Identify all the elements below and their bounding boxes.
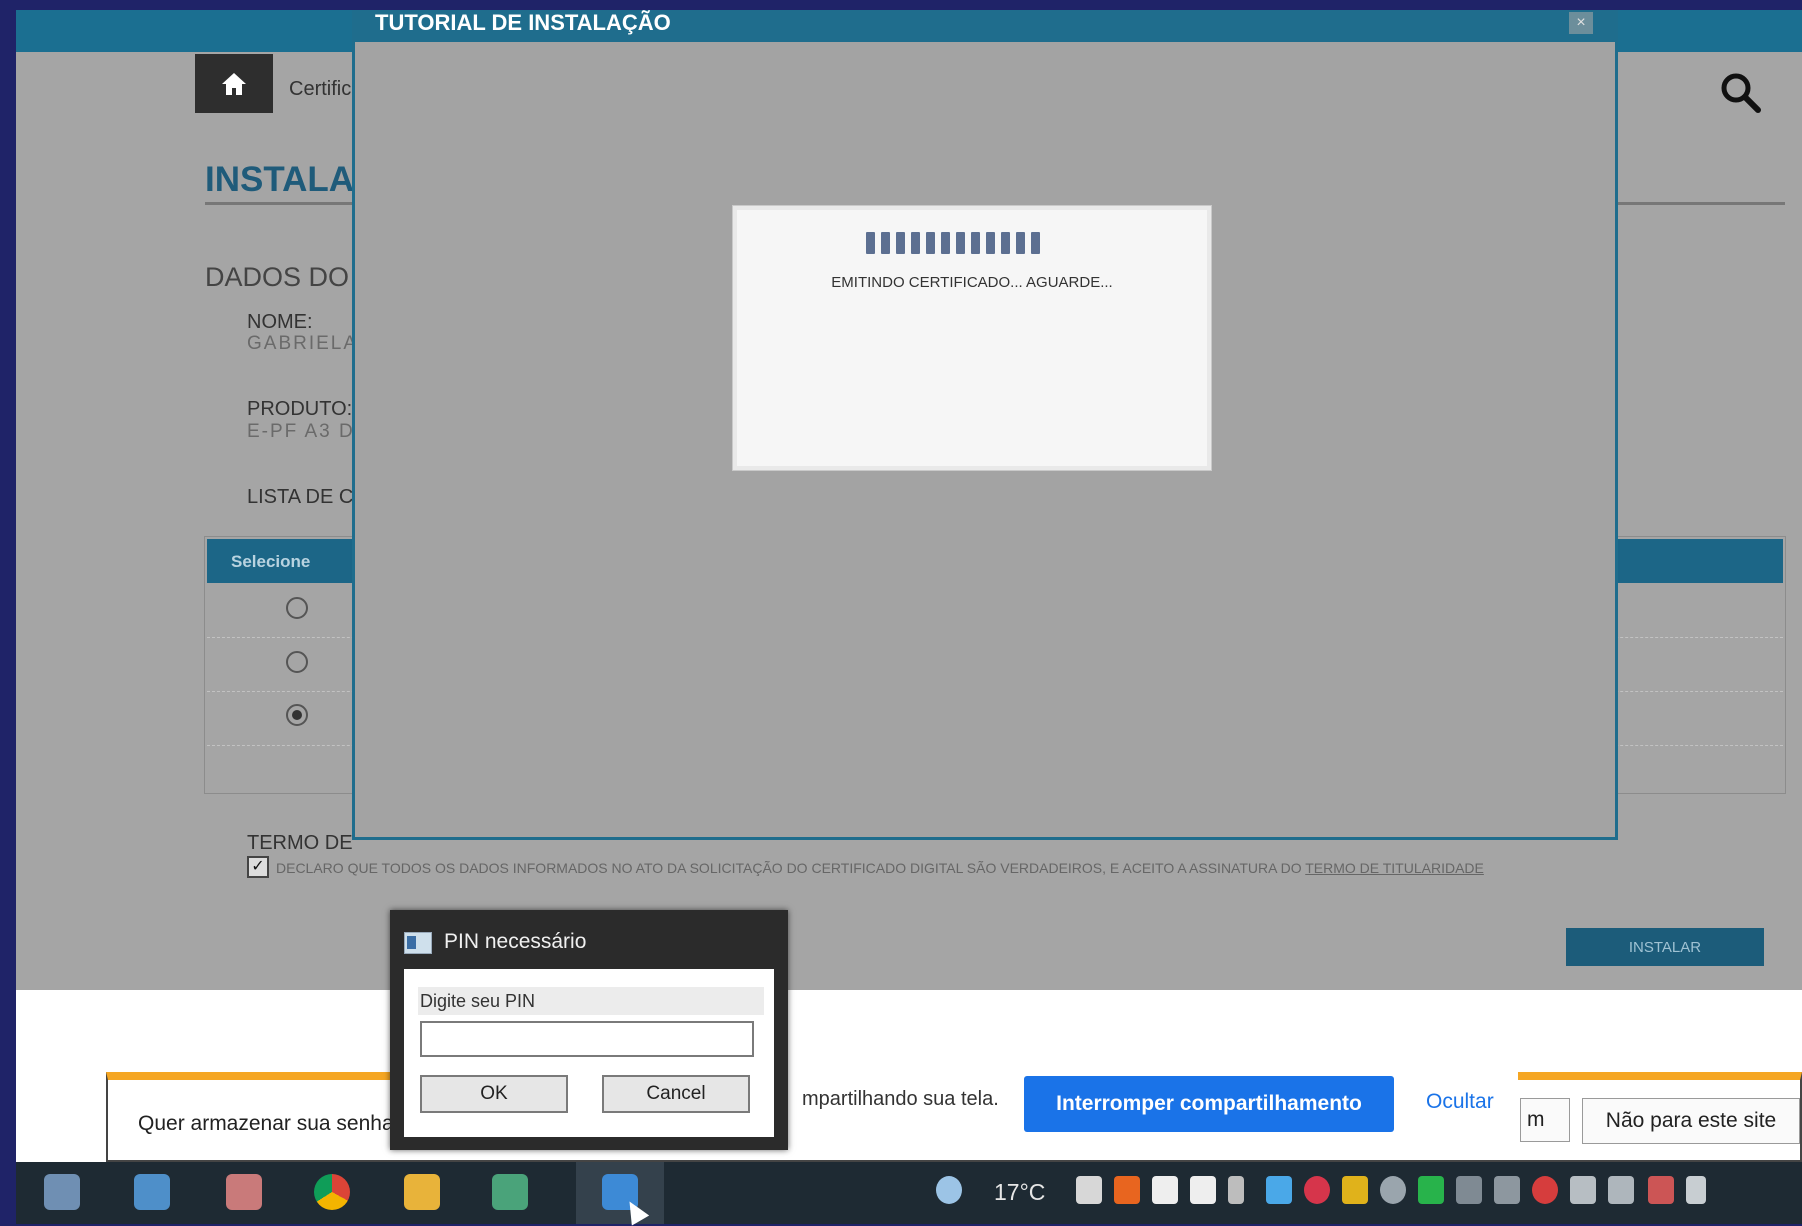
pin-dialog: PIN necessário Digite seu PIN OK Cancel — [390, 910, 788, 1150]
terms-text: DECLARO QUE TODOS OS DADOS INFORMADOS NO… — [276, 860, 1484, 876]
search-icon[interactable] — [1718, 70, 1762, 114]
page-title: INSTALA — [205, 160, 355, 199]
name-label: NOME: — [247, 311, 313, 333]
mic-icon[interactable] — [1228, 1176, 1244, 1204]
stop-sharing-button[interactable]: Interromper compartilhamento — [1024, 1076, 1394, 1132]
paint-icon[interactable] — [44, 1174, 80, 1210]
name-value: GABRIELA — [247, 333, 359, 354]
chat-icon[interactable] — [1570, 1176, 1596, 1204]
product-label: PRODUTO: — [247, 398, 353, 420]
pin-input[interactable] — [420, 1021, 754, 1057]
chrome-icon[interactable] — [314, 1174, 350, 1210]
app-icon[interactable] — [492, 1174, 528, 1210]
progress-segment — [866, 232, 875, 254]
progress-segment — [896, 232, 905, 254]
screen-share-bar: mpartilhando sua tela. Interromper compa… — [786, 1058, 1518, 1140]
network-icon[interactable] — [1686, 1176, 1706, 1204]
save-password-button[interactable]: m — [1520, 1098, 1570, 1142]
volume-icon[interactable] — [1608, 1176, 1634, 1204]
terms-checkbox[interactable]: ✓ — [247, 856, 269, 878]
terms-title: TERMO DE — [247, 832, 353, 854]
notepad-icon[interactable] — [134, 1174, 170, 1210]
smartcard-icon — [404, 932, 432, 954]
never-for-site-button[interactable]: Não para este site — [1582, 1098, 1800, 1144]
progress-panel: EMITINDO CERTIFICADO... AGUARDE... — [733, 206, 1211, 470]
b-app-icon[interactable] — [1114, 1176, 1140, 1204]
cancel-button[interactable]: Cancel — [602, 1075, 750, 1113]
progress-segment — [986, 232, 995, 254]
progress-segment — [926, 232, 935, 254]
breadcrumb[interactable]: Certific — [289, 78, 351, 101]
progress-segment — [1001, 232, 1010, 254]
pin-label-row: Digite seu PIN — [418, 987, 764, 1015]
gun-icon[interactable] — [1648, 1176, 1674, 1204]
pin-label: Digite seu PIN — [420, 991, 536, 1011]
modal-title: TUTORIAL DE INSTALAÇÃO — [375, 10, 671, 35]
progress-segment — [911, 232, 920, 254]
weather-temperature[interactable]: 17°C — [994, 1179, 1045, 1206]
progress-segment — [956, 232, 965, 254]
photos-icon[interactable] — [1266, 1176, 1292, 1204]
close-icon[interactable]: × — [1569, 12, 1593, 34]
installation-tutorial-modal: TUTORIAL DE INSTALAÇÃO × EMITINDO CERTIF… — [352, 10, 1618, 840]
home-icon — [222, 72, 246, 95]
webcam-icon[interactable] — [1380, 1176, 1406, 1204]
progress-segment — [1016, 232, 1025, 254]
row-radio[interactable] — [286, 597, 308, 619]
v-app-icon[interactable] — [1152, 1176, 1178, 1204]
shield-icon[interactable] — [1418, 1176, 1444, 1204]
progress-segment — [881, 232, 890, 254]
column-header-select: Selecione — [231, 552, 311, 571]
save-password-prompt: Quer armazenar sua senha — [138, 1112, 394, 1135]
row-radio-selected[interactable] — [286, 704, 308, 726]
wifi-icon[interactable] — [1494, 1176, 1520, 1204]
progress-segment — [1031, 232, 1040, 254]
grid-icon[interactable] — [1342, 1176, 1368, 1204]
mute-icon[interactable] — [1456, 1176, 1482, 1204]
terms-statement: DECLARO QUE TODOS OS DADOS INFORMADOS NO… — [276, 860, 1306, 876]
progress-segment — [971, 232, 980, 254]
taskbar: 17°C — [16, 1162, 1802, 1224]
progress-indicator — [866, 232, 1040, 254]
v2-app-icon[interactable] — [1190, 1176, 1216, 1204]
sync-icon[interactable] — [1304, 1176, 1330, 1204]
browser-viewport: Certific INSTALA DADOS DO NOME: GABRIELA… — [16, 10, 1802, 1224]
install-button[interactable]: INSTALAR — [1566, 928, 1764, 966]
share-status-text: mpartilhando sua tela. — [802, 1088, 999, 1110]
home-button[interactable] — [195, 54, 273, 113]
palette-icon[interactable] — [226, 1174, 262, 1210]
drive-icon[interactable] — [1076, 1176, 1102, 1204]
list-label: LISTA DE C — [247, 486, 354, 508]
hide-share-bar-link[interactable]: Ocultar — [1426, 1090, 1494, 1114]
ok-button[interactable]: OK — [420, 1075, 568, 1113]
pin-dialog-body: Digite seu PIN OK Cancel — [404, 969, 774, 1137]
row-radio[interactable] — [286, 651, 308, 673]
file-explorer-icon[interactable] — [404, 1174, 440, 1210]
modal-header: TUTORIAL DE INSTALAÇÃO × — [355, 10, 1615, 42]
user-icon[interactable] — [1532, 1176, 1558, 1204]
section-title: DADOS DO — [205, 262, 350, 292]
terms-link[interactable]: TERMO DE TITULARIDADE — [1305, 860, 1484, 876]
progress-segment — [941, 232, 950, 254]
pin-dialog-title: PIN necessário — [444, 930, 587, 953]
cloud-icon[interactable] — [936, 1176, 962, 1204]
progress-message: EMITINDO CERTIFICADO... AGUARDE... — [831, 274, 1113, 291]
product-value: E-PF A3 D — [247, 421, 355, 442]
